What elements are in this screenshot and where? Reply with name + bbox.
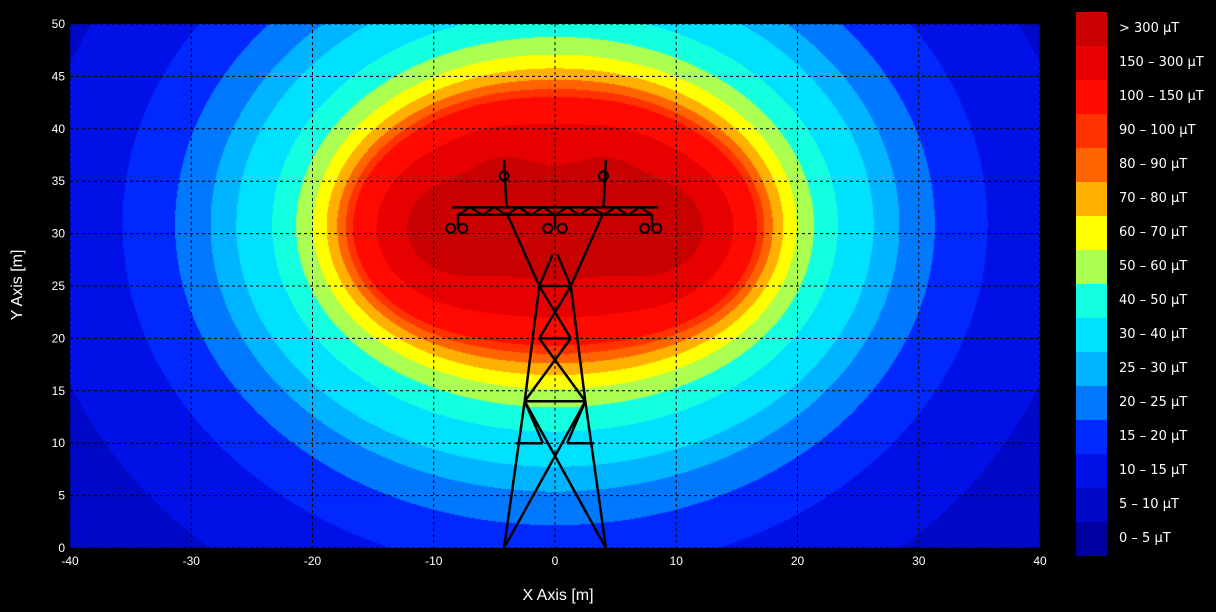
legend-label: 40 – 50 µT (1119, 293, 1188, 308)
legend-label: 0 – 5 µT (1119, 531, 1171, 546)
legend-item: 70 – 80 µT (1076, 182, 1216, 216)
legend-label: 70 – 80 µT (1119, 191, 1188, 206)
legend-swatch (1076, 12, 1107, 46)
legend-swatch (1076, 420, 1107, 454)
y-axis-label: Y Axis [m] (9, 250, 26, 321)
legend-swatch (1076, 182, 1107, 216)
legend-label: 150 – 300 µT (1119, 55, 1204, 70)
legend-swatch (1076, 284, 1107, 318)
legend-swatch (1076, 352, 1107, 386)
legend-item: 40 – 50 µT (1076, 284, 1216, 318)
legend-swatch (1076, 80, 1107, 114)
x-tick-label: -20 (304, 554, 322, 568)
legend-label: 80 – 90 µT (1119, 157, 1188, 172)
x-tick-label: 40 (1033, 554, 1047, 568)
legend-swatch (1076, 488, 1107, 522)
x-tick-label: 20 (791, 554, 805, 568)
legend-item: 80 – 90 µT (1076, 148, 1216, 182)
legend-item: > 300 µT (1076, 12, 1216, 46)
y-tick-label: 30 (52, 227, 66, 241)
x-tick-label: -40 (61, 554, 79, 568)
y-tick-label: 45 (52, 69, 66, 83)
legend-label: 25 – 30 µT (1119, 361, 1188, 376)
x-axis-label: X Axis [m] (522, 587, 593, 604)
legend-item: 60 – 70 µT (1076, 216, 1216, 250)
y-tick-label: 50 (52, 17, 66, 31)
legend-item: 15 – 20 µT (1076, 420, 1216, 454)
legend-label: > 300 µT (1119, 21, 1180, 36)
x-tick-label: -30 (183, 554, 201, 568)
legend-swatch (1076, 216, 1107, 250)
y-axis-ticks: 0 5 10 15 20 25 30 35 40 45 50 (52, 17, 66, 555)
legend-item: 20 – 25 µT (1076, 386, 1216, 420)
color-legend: > 300 µT 150 – 300 µT 100 – 150 µT 90 – 100… (1076, 12, 1216, 556)
legend-item: 25 – 30 µT (1076, 352, 1216, 386)
legend-swatch (1076, 454, 1107, 488)
legend-item: 150 – 300 µT (1076, 46, 1216, 80)
legend-item: 50 – 60 µT (1076, 250, 1216, 284)
y-tick-label: 25 (52, 279, 66, 293)
y-tick-label: 5 (58, 489, 65, 503)
y-tick-label: 40 (52, 122, 66, 136)
legend-swatch (1076, 386, 1107, 420)
y-tick-label: 0 (58, 541, 65, 555)
legend-item: 10 – 15 µT (1076, 454, 1216, 488)
legend-label: 10 – 15 µT (1119, 463, 1188, 478)
legend-label: 90 – 100 µT (1119, 123, 1196, 138)
legend-swatch (1076, 148, 1107, 182)
legend-item: 100 – 150 µT (1076, 80, 1216, 114)
legend-label: 30 – 40 µT (1119, 327, 1188, 342)
legend-item: 5 – 10 µT (1076, 488, 1216, 522)
plot-area (69, 23, 1041, 549)
x-tick-label: 10 (670, 554, 684, 568)
x-tick-label: 0 (552, 554, 559, 568)
x-axis-ticks: -40 -30 -20 -10 0 10 20 30 40 (61, 554, 1047, 568)
legend-label: 15 – 20 µT (1119, 429, 1188, 444)
legend-item: 0 – 5 µT (1076, 522, 1216, 556)
legend-label: 50 – 60 µT (1119, 259, 1188, 274)
legend-item: 30 – 40 µT (1076, 318, 1216, 352)
y-tick-label: 10 (52, 436, 66, 450)
y-tick-label: 15 (52, 384, 66, 398)
x-tick-label: -10 (425, 554, 443, 568)
magnetic-field-contour-chart: -40 -30 -20 -10 0 10 20 30 40 0 5 10 15 20 25 30 35 40 45… (9, 17, 1047, 604)
legend-item: 90 – 100 µT (1076, 114, 1216, 148)
legend-swatch (1076, 522, 1107, 556)
legend-swatch (1076, 318, 1107, 352)
legend-label: 5 – 10 µT (1119, 497, 1179, 512)
legend-swatch (1076, 46, 1107, 80)
legend-label: 60 – 70 µT (1119, 225, 1188, 240)
legend-label: 100 – 150 µT (1119, 89, 1204, 104)
legend-swatch (1076, 250, 1107, 284)
y-tick-label: 20 (52, 331, 66, 345)
y-tick-label: 35 (52, 174, 66, 188)
legend-label: 20 – 25 µT (1119, 395, 1188, 410)
x-tick-label: 30 (912, 554, 926, 568)
legend-swatch (1076, 114, 1107, 148)
